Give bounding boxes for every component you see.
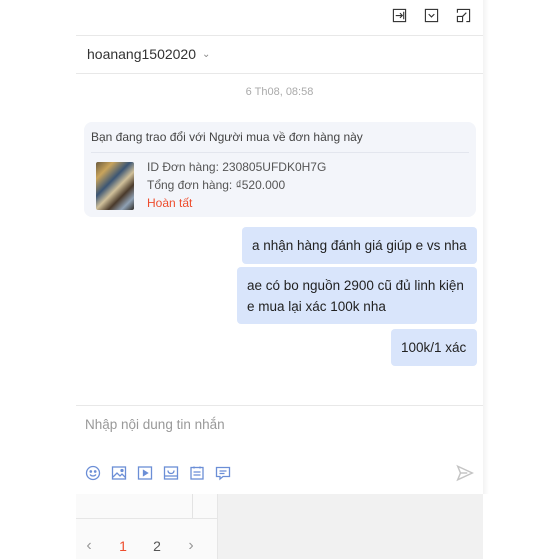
- emoji-icon[interactable]: [84, 464, 101, 481]
- video-icon[interactable]: [136, 464, 153, 481]
- pagination: ‹ 1 2 ›: [72, 537, 208, 555]
- product-icon[interactable]: [162, 464, 179, 481]
- message-bubble: 100k/1 xác: [391, 329, 477, 366]
- product-thumbnail[interactable]: [96, 162, 134, 210]
- send-icon[interactable]: [456, 464, 475, 482]
- pagination-page-2[interactable]: 2: [140, 538, 174, 554]
- order-icon[interactable]: [188, 464, 205, 481]
- popout-icon[interactable]: [453, 5, 473, 25]
- minimize-icon[interactable]: [421, 5, 441, 25]
- message-timestamp: 6 Th08, 08:58: [245, 86, 314, 98]
- message-text: e mua lại xác 100k nha: [247, 299, 386, 314]
- order-card-divider: [91, 152, 469, 153]
- table-divider: [76, 518, 217, 519]
- voucher-icon[interactable]: [214, 464, 231, 481]
- order-card-intro: Bạn đang trao đổi với Người mua về đơn h…: [91, 130, 363, 144]
- image-icon[interactable]: [110, 464, 127, 481]
- chat-user-selector[interactable]: hoanang1502020 ⌄: [87, 44, 210, 64]
- header-divider-top: [76, 35, 483, 36]
- header-divider-bottom: [76, 73, 483, 74]
- message-composer: Nhập nội dung tin nhắn: [76, 405, 483, 494]
- chat-panel: hoanang1502020 ⌄ 6 Th08, 08:58 Bạn đang …: [76, 0, 483, 494]
- message-text: 100k/1 xác: [401, 340, 467, 355]
- message-bubble: a nhận hàng đánh giá giúp e vs nha: [242, 227, 477, 264]
- chevron-down-icon: ⌄: [202, 48, 211, 60]
- table-divider: [192, 494, 193, 518]
- message-bubble: ae có bo nguồn 2900 cũ đủ linh kiện e mu…: [237, 267, 477, 324]
- exit-icon[interactable]: [389, 5, 409, 25]
- order-total: Tổng đơn hàng: ₫520.000: [147, 178, 286, 192]
- panel-shadow: [483, 0, 489, 494]
- order-id: ID Đơn hàng: 230805UFDK0H7G: [147, 160, 327, 174]
- message-text: a nhận hàng đánh giá giúp e vs nha: [252, 238, 467, 253]
- pagination-page-1[interactable]: 1: [106, 538, 140, 554]
- composer-toolbar: [84, 464, 231, 481]
- window-toolbar: [389, 5, 473, 25]
- chat-username: hoanang1502020: [87, 46, 197, 62]
- order-card[interactable]: Bạn đang trao đổi với Người mua về đơn h…: [84, 122, 476, 217]
- message-text: ae có bo nguồn 2900 cũ đủ linh kiện: [247, 278, 464, 293]
- message-input[interactable]: Nhập nội dung tin nhắn: [85, 417, 225, 432]
- order-status: Hoàn tất: [147, 196, 193, 210]
- pagination-next[interactable]: ›: [174, 537, 208, 555]
- pagination-prev[interactable]: ‹: [72, 537, 106, 555]
